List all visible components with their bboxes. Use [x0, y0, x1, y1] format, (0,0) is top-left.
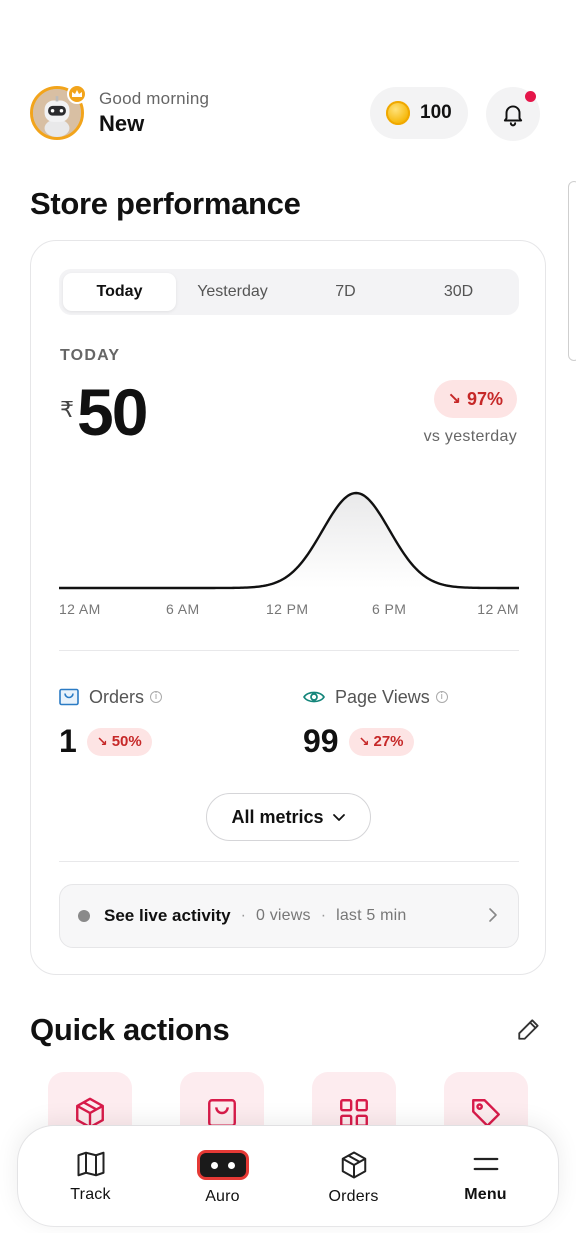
auro-robot-icon — [196, 1150, 249, 1180]
tag-icon — [472, 1099, 500, 1127]
section-title-quick-actions: Quick actions — [30, 1012, 230, 1047]
menu-icon — [473, 1157, 498, 1171]
metric-delta-badge: ↘ 27% — [348, 727, 414, 756]
metric-label: Page Views — [335, 686, 430, 707]
tab-30d[interactable]: 30D — [402, 273, 515, 311]
nav-item-track[interactable]: Track — [23, 1126, 158, 1226]
divider — [59, 861, 519, 862]
crown-badge-icon — [67, 84, 87, 104]
bottom-navigation: Track Auro Orders Menu — [18, 1126, 558, 1226]
chevron-down-icon — [332, 814, 345, 821]
package-icon — [341, 1151, 366, 1179]
trend-down-icon: ↘ — [96, 733, 108, 749]
tab-7d[interactable]: 7D — [289, 273, 402, 311]
x-tick-label: 6 PM — [372, 601, 407, 617]
info-icon[interactable]: i — [150, 691, 163, 703]
sales-amount: 50 — [77, 375, 148, 449]
shopping-bag-icon — [208, 1099, 236, 1127]
sales-delta-value: 97% — [466, 388, 503, 409]
bell-icon — [503, 105, 523, 127]
trend-down-icon: ↘ — [447, 391, 461, 408]
metric-delta-badge: ↘ 50% — [86, 727, 152, 756]
chart-line — [59, 491, 519, 590]
live-activity-button[interactable]: See live activity · 0 views · last 5 min — [59, 884, 519, 948]
metric-orders[interactable]: Orders i 1 ↘ 50% — [59, 685, 289, 765]
username: New — [99, 111, 145, 136]
coins-balance-button[interactable]: 100 — [370, 87, 468, 139]
metric-value: 99 — [303, 723, 339, 759]
currency-symbol: ₹ — [60, 397, 74, 422]
notification-dot — [525, 91, 536, 102]
store-performance-card: Today Yesterday 7D 30D TODAY ₹ 50 ↘ 97% … — [30, 240, 546, 975]
nav-label: Auro — [205, 1188, 240, 1205]
chevron-right-icon — [489, 908, 497, 922]
metric-delta-value: 27% — [373, 733, 404, 750]
x-tick-label: 12 PM — [266, 601, 309, 617]
coin-count: 100 — [420, 102, 452, 123]
scroll-indicator[interactable] — [568, 181, 576, 361]
metric-value: 1 — [59, 723, 77, 759]
divider — [59, 650, 519, 651]
all-metrics-dropdown[interactable]: All metrics — [206, 793, 371, 841]
package-icon — [76, 1097, 104, 1129]
coin-icon — [386, 101, 410, 125]
eye-icon — [303, 691, 325, 703]
x-tick-label: 6 AM — [166, 601, 200, 617]
all-metrics-label: All metrics — [231, 806, 324, 827]
x-tick-label: 12 AM — [59, 601, 101, 617]
nav-label: Track — [70, 1186, 111, 1203]
live-views-count: 0 views — [255, 907, 311, 924]
live-time-window: last 5 min — [336, 907, 407, 924]
metric-page-views[interactable]: Page Views i 99 ↘ 27% — [303, 685, 533, 765]
sales-delta-badge: ↘ 97% — [433, 380, 517, 418]
comparison-text: vs yesterday — [423, 428, 517, 445]
tab-yesterday[interactable]: Yesterday — [176, 273, 289, 311]
nav-item-orders[interactable]: Orders — [286, 1126, 421, 1226]
shopping-bag-icon — [59, 688, 79, 706]
trend-down-icon: ↘ — [358, 733, 370, 749]
nav-item-menu[interactable]: Menu — [418, 1126, 553, 1226]
edit-pencil-icon[interactable] — [516, 1016, 542, 1042]
header: Good morning New 100 — [30, 84, 546, 142]
x-tick-label: 12 AM — [477, 601, 519, 617]
greeting-text: Good morning — [99, 89, 210, 108]
sales-chart — [59, 491, 519, 590]
chart-x-axis: 12 AM 6 AM 12 PM 6 PM 12 AM — [59, 601, 519, 621]
separator-dot: · — [320, 907, 327, 924]
metric-label: Orders — [89, 686, 145, 707]
period-tabs: Today Yesterday 7D 30D — [59, 269, 519, 315]
nav-item-auro[interactable]: Auro — [155, 1126, 290, 1226]
map-icon — [77, 1151, 104, 1177]
section-title-store-performance: Store performance — [30, 186, 301, 221]
metric-delta-value: 50% — [111, 733, 142, 750]
live-status-dot — [78, 910, 90, 922]
grid-icon — [340, 1099, 368, 1127]
notifications-button[interactable] — [486, 87, 540, 141]
period-label: TODAY — [60, 347, 121, 364]
info-icon[interactable]: i — [435, 691, 448, 703]
tab-today[interactable]: Today — [63, 273, 176, 311]
nav-label: Menu — [464, 1186, 507, 1203]
separator-dot: · — [240, 907, 246, 924]
nav-label: Orders — [328, 1188, 379, 1205]
live-activity-title: See live activity — [104, 906, 231, 925]
